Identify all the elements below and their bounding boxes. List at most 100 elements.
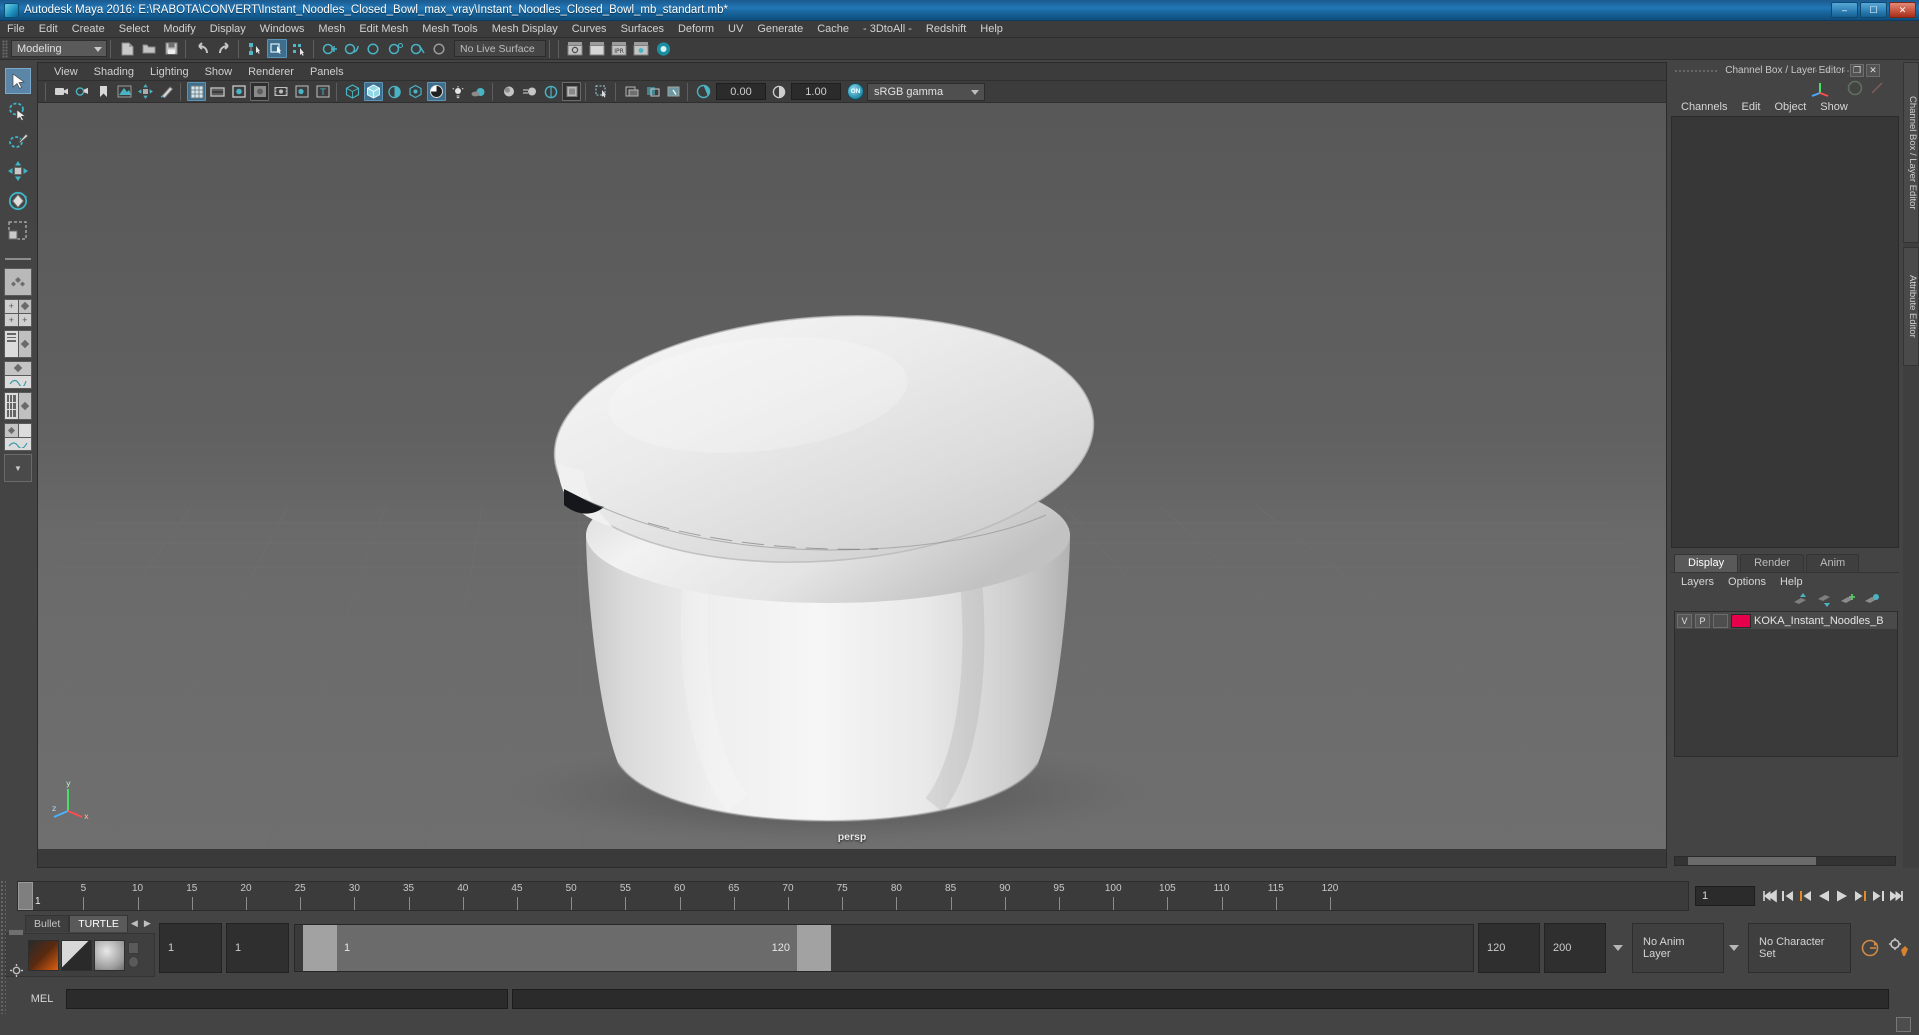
channelbox-menu-show[interactable]: Show: [1813, 100, 1855, 114]
smooth-shade-all-icon[interactable]: [364, 82, 383, 101]
layer-visibility-toggle[interactable]: V: [1677, 613, 1692, 628]
shelf-scroll-up-icon[interactable]: [128, 942, 139, 954]
menu-item-display[interactable]: Display: [203, 22, 253, 36]
panel-menu-panels[interactable]: Panels: [302, 65, 352, 79]
move-tool[interactable]: [5, 158, 31, 184]
viewport-3d-scene[interactable]: y x z persp: [38, 103, 1666, 849]
command-input-field[interactable]: [66, 989, 508, 1009]
dock-tab-channel-box-layer-editor[interactable]: Channel Box / Layer Editor: [1903, 62, 1919, 244]
panel-menu-lighting[interactable]: Lighting: [142, 65, 197, 79]
playback-end-time-field[interactable]: 120: [1478, 923, 1540, 973]
display-layer-row[interactable]: V P KOKA_Instant_Noodles_B: [1675, 612, 1897, 629]
screen-space-ao-icon[interactable]: [499, 82, 518, 101]
snap-to-curve-icon[interactable]: [342, 39, 362, 58]
channelbox-menu-edit[interactable]: Edit: [1734, 100, 1767, 114]
menu-item-mesh-tools[interactable]: Mesh Tools: [415, 22, 484, 36]
select-by-object-icon[interactable]: [267, 39, 287, 58]
move-layer-up-icon[interactable]: [1792, 593, 1808, 607]
textured-shading-icon[interactable]: [427, 82, 446, 101]
camera-attributes-icon[interactable]: [73, 82, 92, 101]
menu-item-help[interactable]: Help: [973, 22, 1010, 36]
go-to-end-icon[interactable]: [1887, 886, 1905, 906]
scale-tool[interactable]: [5, 218, 31, 244]
motion-blur-icon[interactable]: [520, 82, 539, 101]
text-toggle-icon[interactable]: T: [313, 82, 332, 101]
color-management-selector[interactable]: sRGB gamma: [867, 82, 985, 101]
anim-layer-chevron-icon[interactable]: [1613, 945, 1623, 951]
depth-of-field-icon[interactable]: [562, 82, 581, 101]
gamma-field[interactable]: 1.00: [791, 83, 841, 100]
color-management-toggle[interactable]: ON: [847, 83, 864, 100]
snap-to-point-icon[interactable]: [364, 39, 384, 58]
layer-editor-tab-display[interactable]: Display: [1674, 554, 1739, 572]
xray-joints-icon[interactable]: [622, 82, 641, 101]
shelf-tab-bullet[interactable]: Bullet: [25, 915, 70, 932]
grid-toggle-icon[interactable]: [187, 82, 206, 101]
menu-item-cache[interactable]: Cache: [810, 22, 856, 36]
image-plane-icon[interactable]: [115, 82, 134, 101]
four-view-layout[interactable]: + + +: [4, 299, 32, 327]
select-camera-icon[interactable]: [52, 82, 71, 101]
open-scene-icon[interactable]: [139, 39, 159, 58]
go-to-start-icon[interactable]: [1761, 886, 1779, 906]
menu-item-3dtoall[interactable]: - 3DtoAll -: [856, 22, 919, 36]
gamma-icon[interactable]: [769, 82, 788, 101]
bookmark-icon[interactable]: [94, 82, 113, 101]
animation-end-time-field[interactable]: 200: [1544, 923, 1606, 973]
close-button[interactable]: ✕: [1889, 2, 1916, 18]
more-layouts-button[interactable]: ▼: [4, 454, 32, 482]
animation-start-time-field[interactable]: 1: [159, 923, 222, 973]
menu-item-mesh[interactable]: Mesh: [311, 22, 352, 36]
xray-active-components-icon[interactable]: [643, 82, 662, 101]
step-forward-keyframe-icon[interactable]: [1869, 886, 1887, 906]
shelf-prev-icon[interactable]: ◀: [128, 918, 141, 929]
snap-to-view-plane-icon[interactable]: [408, 39, 428, 58]
make-live-icon[interactable]: [430, 39, 450, 58]
multisample-aa-icon[interactable]: [541, 82, 560, 101]
minimize-button[interactable]: –: [1831, 2, 1858, 18]
new-scene-icon[interactable]: [117, 39, 137, 58]
create-layer-from-selected-icon[interactable]: [1864, 593, 1880, 607]
dock-tab-attribute-editor[interactable]: Attribute Editor: [1903, 247, 1919, 367]
range-slider-inner[interactable]: 1 120: [303, 925, 831, 971]
display-layer-list[interactable]: V P KOKA_Instant_Noodles_B: [1674, 611, 1898, 757]
outliner-persp-layout[interactable]: [4, 330, 32, 358]
lasso-select-tool[interactable]: [5, 98, 31, 124]
select-by-component-icon[interactable]: [289, 39, 309, 58]
exposure-field[interactable]: 0.00: [716, 83, 766, 100]
undo-icon[interactable]: [192, 39, 212, 58]
menu-item-mesh-display[interactable]: Mesh Display: [485, 22, 565, 36]
shelf-tab-turtle[interactable]: TURTLE: [69, 915, 128, 932]
play-forwards-icon[interactable]: [1833, 886, 1851, 906]
layer-list-scrollbar[interactable]: [1674, 856, 1896, 866]
panel-menu-show[interactable]: Show: [197, 65, 241, 79]
render-view-icon[interactable]: [565, 39, 585, 58]
layer-editor-tab-render[interactable]: Render: [1740, 554, 1805, 572]
character-set-selector[interactable]: No Character Set: [1748, 923, 1851, 973]
command-line-expand-icon[interactable]: [1896, 1017, 1911, 1032]
shadows-icon[interactable]: [469, 82, 488, 101]
hypershade-icon[interactable]: [653, 39, 673, 58]
menu-item-edit-mesh[interactable]: Edit Mesh: [352, 22, 415, 36]
move-layer-down-icon[interactable]: [1816, 593, 1832, 607]
wireframe-on-shaded-icon[interactable]: [406, 82, 425, 101]
snap-to-grid-icon[interactable]: [320, 39, 340, 58]
ipr-render-icon[interactable]: IPR: [609, 39, 629, 58]
resolution-gate-icon[interactable]: [229, 82, 248, 101]
layer-menu-layers[interactable]: Layers: [1674, 575, 1721, 589]
turtle-material-icon[interactable]: [94, 939, 125, 971]
film-gate-icon[interactable]: [208, 82, 227, 101]
channelbox-menu-channels[interactable]: Channels: [1674, 100, 1734, 114]
layer-playback-toggle[interactable]: P: [1695, 613, 1710, 628]
isolate-select-icon[interactable]: [592, 82, 611, 101]
shelf-options-icon[interactable]: [9, 963, 24, 978]
current-frame-field[interactable]: 1: [1695, 886, 1755, 906]
save-scene-icon[interactable]: [161, 39, 181, 58]
shelf-collapse-handle[interactable]: [9, 930, 23, 935]
play-backwards-icon[interactable]: [1815, 886, 1833, 906]
live-surface-field[interactable]: No Live Surface: [454, 40, 546, 57]
range-slider-bar[interactable]: 1 120: [294, 924, 1474, 972]
menu-item-curves[interactable]: Curves: [565, 22, 614, 36]
step-back-frame-icon[interactable]: [1797, 886, 1815, 906]
panel-grip-left[interactable]: [1674, 69, 1718, 73]
